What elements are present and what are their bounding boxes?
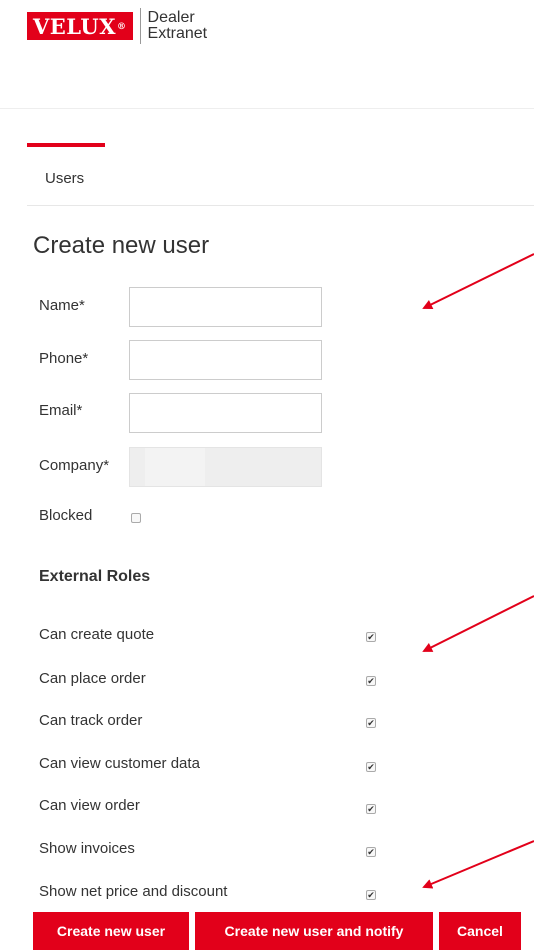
arrow-name-field — [422, 253, 534, 309]
email-label: Email* — [39, 402, 83, 419]
blocked-label: Blocked — [39, 507, 93, 524]
role-label-view-customer-data: Can view customer data — [39, 755, 200, 772]
tab-active-indicator — [27, 143, 105, 147]
create-user-notify-button[interactable]: Create new user and notify — [195, 912, 433, 950]
role-label-place-order: Can place order — [39, 670, 146, 687]
velux-logo[interactable]: VELUX ® Dealer Extranet — [27, 8, 207, 44]
company-input-fill — [145, 448, 205, 486]
logo-subtitle: Dealer Extranet — [148, 10, 208, 42]
external-roles-title: External Roles — [39, 568, 151, 585]
cancel-button[interactable]: Cancel — [439, 912, 521, 950]
phone-label: Phone* — [39, 350, 89, 367]
arrow-net-price — [422, 840, 534, 889]
arrow-roles — [422, 595, 534, 652]
tab-users-label: Users — [45, 170, 85, 187]
tab-divider — [27, 205, 534, 206]
role-checkbox-show-invoices[interactable]: ✔ — [366, 847, 376, 857]
create-user-button[interactable]: Create new user — [33, 912, 189, 950]
header-divider — [0, 108, 534, 109]
blocked-checkbox[interactable] — [131, 513, 141, 523]
email-input[interactable] — [129, 393, 322, 433]
logo-brand: VELUX — [33, 14, 117, 39]
role-label-track-order: Can track order — [39, 712, 143, 729]
company-label: Company* — [39, 457, 110, 474]
role-checkbox-create-quote[interactable]: ✔ — [366, 632, 376, 642]
phone-input[interactable] — [129, 340, 322, 380]
company-input[interactable] — [129, 447, 322, 487]
role-checkbox-place-order[interactable]: ✔ — [366, 676, 376, 686]
logo-reg: ® — [117, 21, 127, 32]
name-input[interactable] — [129, 287, 322, 327]
role-label-create-quote: Can create quote — [39, 626, 155, 643]
role-checkbox-show-net-price[interactable]: ✔ — [366, 890, 376, 900]
role-label-view-order: Can view order — [39, 797, 140, 814]
logo-subtitle-line1: Dealer — [147, 9, 195, 26]
role-label-show-net-price: Show net price and discount — [39, 883, 228, 900]
role-label-show-invoices: Show invoices — [39, 840, 135, 857]
logo-subtitle-line2: Extranet — [147, 25, 208, 42]
page-title: Create new user — [33, 232, 210, 259]
tab-users[interactable]: Users — [27, 143, 105, 205]
role-checkbox-track-order[interactable]: ✔ — [366, 718, 376, 728]
logo-mark: VELUX ® — [27, 12, 133, 40]
role-checkbox-view-customer-data[interactable]: ✔ — [366, 762, 376, 772]
name-label: Name* — [39, 297, 85, 314]
role-checkbox-view-order[interactable]: ✔ — [366, 804, 376, 814]
logo-separator — [139, 8, 141, 44]
